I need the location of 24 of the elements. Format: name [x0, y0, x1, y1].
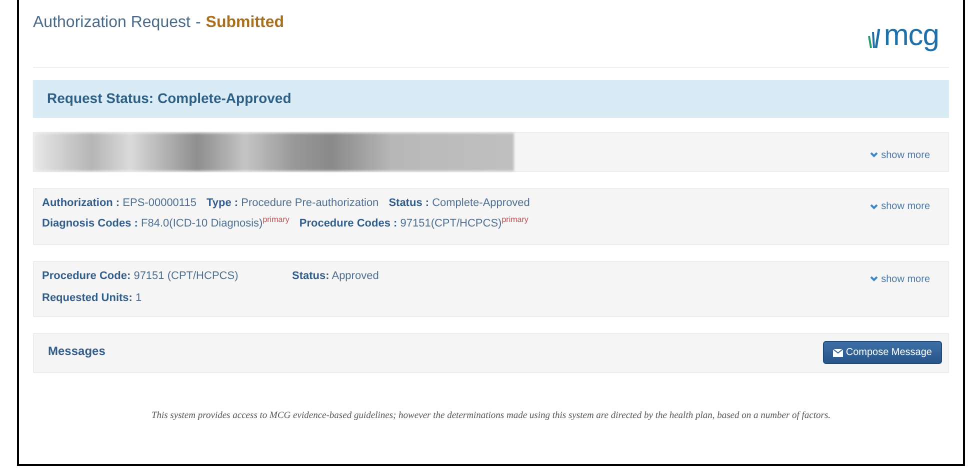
- title-separator: -: [195, 14, 201, 32]
- logo-text: mcg: [884, 22, 939, 50]
- show-more-link[interactable]: show more: [870, 201, 930, 212]
- logo-mark-icon: [866, 28, 881, 50]
- chevron-down-icon: [870, 204, 878, 210]
- chevron-down-icon: [870, 152, 878, 158]
- field-text: Procedure Code: 97151 (CPT/HCPCS): [42, 270, 240, 282]
- field-text: Authorization : EPS-00000115: [42, 197, 196, 209]
- page-title: Authorization Request: [33, 14, 190, 32]
- chevron-down-icon: [870, 276, 878, 282]
- field-text: Status : Complete-Approved: [388, 197, 530, 209]
- envelope-icon: [832, 348, 843, 357]
- disclaimer-text: This system provides access to MCG evidence-based guidelines; however the determinations made using this system are directed by the health plan, based on a number of factors.: [150, 410, 832, 421]
- field-text: Status: Approved: [292, 270, 379, 282]
- request-state: Submitted: [206, 14, 284, 32]
- show-more-link[interactable]: show more: [870, 150, 930, 160]
- field-text: Procedure Codes : 97151(CPT/HCPCS)$^{primary}$: [299, 215, 528, 230]
- status-banner-text: Request Status: Complete-Approved: [47, 90, 292, 106]
- field-text: Diagnosis Codes : F84.0(ICD-10 Diagnosis)$^{primary}$: [42, 215, 290, 230]
- field-text: Type : Procedure Pre-authorization: [206, 197, 379, 209]
- field-text: Requested Units: 1: [42, 292, 143, 304]
- messages-heading: Messages: [48, 344, 106, 358]
- show-more-link[interactable]: show more: [870, 274, 930, 285]
- compose-message-button[interactable]: Compose Message: [822, 341, 942, 364]
